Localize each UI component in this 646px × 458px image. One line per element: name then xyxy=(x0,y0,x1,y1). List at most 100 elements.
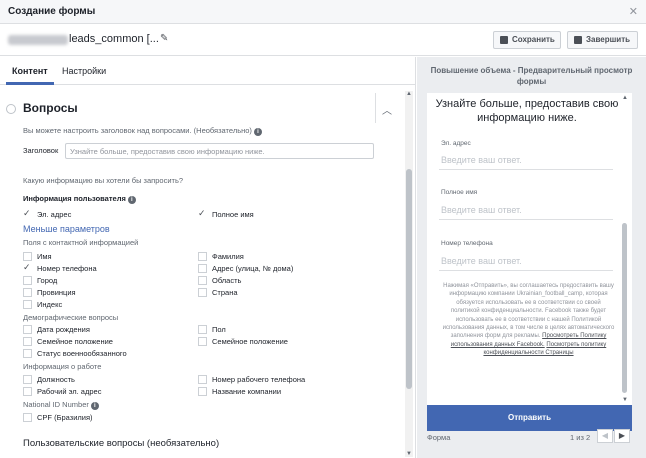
form-name[interactable]: leads_common [... xyxy=(69,33,159,45)
contact-item: Провинция xyxy=(37,288,76,297)
demo-item: Семейное положение xyxy=(37,337,113,346)
scroll-down-icon[interactable]: ▼ xyxy=(406,451,412,457)
preview-footer-label: Форма xyxy=(427,433,451,442)
hint-text: Вы можете настроить заголовок над вопрос… xyxy=(23,126,252,135)
scroll-up-icon[interactable]: ▲ xyxy=(622,95,628,101)
field-underline xyxy=(439,270,613,271)
field-underline xyxy=(439,169,613,170)
checkbox-region[interactable] xyxy=(198,276,207,285)
preview-field-input[interactable]: Введите ваш ответ. xyxy=(441,256,522,266)
checkbox-cpf[interactable] xyxy=(23,413,32,422)
scroll-up-icon[interactable]: ▲ xyxy=(406,91,412,97)
heading-input[interactable]: Узнайте больше, предоставив свою информа… xyxy=(65,143,374,159)
preview-field-input[interactable]: Введите ваш ответ. xyxy=(441,205,522,215)
save-label: Сохранить xyxy=(512,35,555,44)
preview-field-label: Номер телефона xyxy=(441,240,493,247)
preview-field-input[interactable]: Введите ваш ответ. xyxy=(441,155,522,165)
which-info-text: Какую информацию вы хотели бы запросить? xyxy=(23,176,184,185)
checkbox-gender[interactable] xyxy=(198,325,207,334)
prev-page-button[interactable]: ◀ xyxy=(597,429,613,443)
dialog-titlebar: Создание формы ✕ xyxy=(0,0,646,24)
checkbox-full-name[interactable] xyxy=(198,208,207,219)
demo-item: Дата рождения xyxy=(37,325,90,334)
checkbox-country[interactable] xyxy=(198,288,207,297)
info-icon[interactable]: i xyxy=(127,196,136,204)
questions-title: Вопросы xyxy=(23,101,78,115)
save-button[interactable]: Сохранить xyxy=(493,31,561,49)
contact-title: Поля с контактной информацией xyxy=(23,238,139,247)
heading-placeholder: Узнайте больше, предоставив свою информа… xyxy=(70,147,265,156)
work-item: Должность xyxy=(37,375,75,384)
preview-scrollbar[interactable]: ▲ ▼ xyxy=(620,93,629,405)
contact-item: Город xyxy=(37,276,58,285)
checkbox-birthdate[interactable] xyxy=(23,325,32,334)
dialog-title: Создание формы xyxy=(8,6,96,17)
demo-item: Семейное положение xyxy=(212,337,288,346)
info-icon[interactable]: i xyxy=(253,128,262,136)
contact-item: Номер телефона xyxy=(37,264,97,273)
hint-row: Вы можете настроить заголовок над вопрос… xyxy=(23,126,262,136)
contact-item: Имя xyxy=(37,252,52,261)
contact-item: Фамилия xyxy=(212,252,244,261)
next-page-button[interactable]: ▶ xyxy=(614,429,630,443)
chevron-up-icon[interactable]: ︿ xyxy=(382,102,392,117)
contact-item: Индекс xyxy=(37,300,63,309)
work-item: Номер рабочего телефона xyxy=(212,375,306,384)
national-row: National ID Number i xyxy=(23,400,99,410)
checkbox-last-name[interactable] xyxy=(198,252,207,261)
national-item: CPF (Бразилия) xyxy=(37,413,93,422)
checkbox-job-title[interactable] xyxy=(23,375,32,384)
checkbox-work-email[interactable] xyxy=(23,387,32,396)
user-info-title: Информация пользователя xyxy=(23,194,126,203)
checkbox-province[interactable] xyxy=(23,288,32,297)
contact-item: Адрес (улица, № дома) xyxy=(212,264,294,273)
page-indicator: 1 из 2 xyxy=(570,433,591,442)
checkbox-company[interactable] xyxy=(198,387,207,396)
legal-text-block: Нажимая «Отправить», вы соглашаетесь пре… xyxy=(441,282,616,358)
tab-settings[interactable]: Настройки xyxy=(62,66,106,76)
preview-field-label: Полное имя xyxy=(441,189,478,196)
scroll-down-icon[interactable]: ▼ xyxy=(622,397,628,403)
section-radio[interactable] xyxy=(6,104,16,114)
divider xyxy=(375,93,376,123)
info-icon[interactable]: i xyxy=(90,402,99,410)
checkbox-marital[interactable] xyxy=(23,337,32,346)
scroll-thumb[interactable] xyxy=(406,169,412,389)
tab-content[interactable]: Контент xyxy=(12,66,48,76)
close-icon[interactable]: ✕ xyxy=(629,5,638,18)
checkbox-first-name[interactable] xyxy=(23,252,32,261)
demo-item: Пол xyxy=(212,325,226,334)
preview-panel: Повышение объема - Предварительный просм… xyxy=(417,57,646,458)
pencil-icon[interactable]: ✎ xyxy=(160,33,168,44)
checkbox-address[interactable] xyxy=(198,264,207,273)
full-name-label: Полное имя xyxy=(212,210,254,219)
contact-item: Страна xyxy=(212,288,238,297)
field-underline xyxy=(439,219,613,220)
checkbox-work-phone[interactable] xyxy=(198,375,207,384)
checkbox-email[interactable] xyxy=(23,208,32,219)
national-title: National ID Number xyxy=(23,400,89,409)
checkbox-zip[interactable] xyxy=(23,300,32,309)
checkbox-city[interactable] xyxy=(23,276,32,285)
work-item: Рабочий эл. адрес xyxy=(37,387,102,396)
email-label: Эл. адрес xyxy=(37,210,72,219)
contact-item: Область xyxy=(212,276,242,285)
checkbox-phone[interactable] xyxy=(23,262,32,273)
submit-button[interactable]: Отправить xyxy=(427,405,632,431)
left-scrollbar[interactable]: ▲ ▼ xyxy=(405,91,413,457)
demo-item: Статус военнообязанного xyxy=(37,349,127,358)
active-tab-indicator xyxy=(6,82,54,85)
editor-panel: Контент Настройки Вопросы ︿ Вы можете на… xyxy=(0,57,416,458)
less-params-link[interactable]: Меньше параметров xyxy=(23,224,110,234)
finish-icon xyxy=(574,36,582,44)
user-info-row: Информация пользователя i xyxy=(23,194,136,204)
finish-button[interactable]: Завершить xyxy=(567,31,638,49)
checkbox-military[interactable] xyxy=(23,349,32,358)
save-icon xyxy=(500,36,508,44)
work-title: Информация о работе xyxy=(23,362,102,371)
tab-bar: Контент Настройки xyxy=(0,57,415,85)
checkbox-marital-2[interactable] xyxy=(198,337,207,346)
scroll-thumb[interactable] xyxy=(622,223,627,393)
heading-label: Заголовок xyxy=(23,146,59,155)
preview-header: Повышение объема - Предварительный просм… xyxy=(430,66,633,86)
